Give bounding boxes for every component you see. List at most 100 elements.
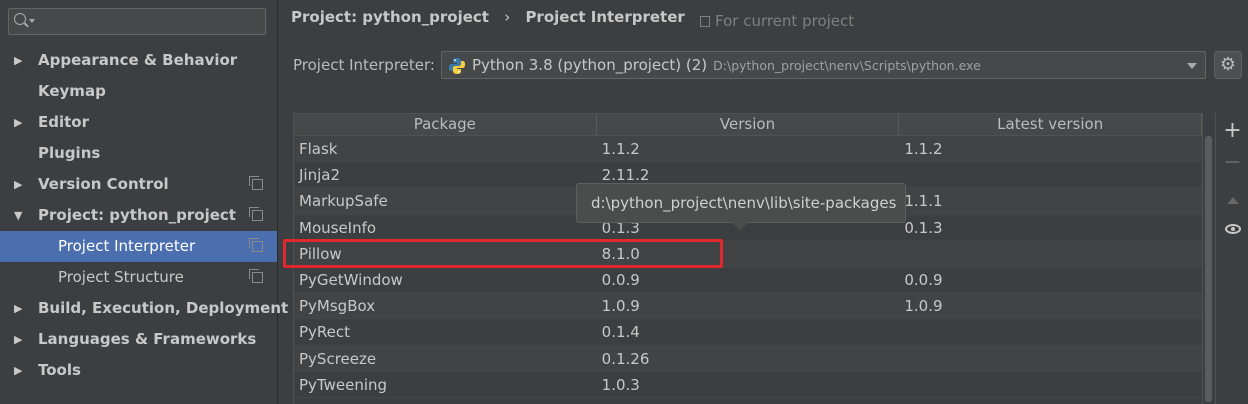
package-cell: Flask <box>299 140 338 158</box>
tree-item-label: Languages & Frameworks <box>38 330 257 348</box>
python-logo-icon <box>449 58 465 74</box>
eye-icon <box>1224 224 1241 234</box>
table-vertical-scrollbar[interactable] <box>1203 134 1214 404</box>
tree-item-label: Project Structure <box>58 268 184 286</box>
settings-search-input[interactable] <box>8 8 266 35</box>
tree-item-label: Editor <box>38 113 89 131</box>
tree-item-languages-frameworks[interactable]: ▶ Languages & Frameworks <box>0 324 277 355</box>
expand-arrow-icon[interactable]: ▶ <box>14 169 22 200</box>
gear-icon: ⚙ <box>1219 54 1237 75</box>
interpreter-name-group: Python 3.8 (python_project) (2) D:\python… <box>472 56 981 74</box>
project-level-copy-icon <box>249 207 263 221</box>
page-title: Project Interpreter <box>525 8 685 26</box>
tree-item-plugins[interactable]: Plugins <box>0 138 277 169</box>
table-header: Package Version Latest version <box>294 114 1202 136</box>
package-cell: MarkupSafe <box>299 192 388 211</box>
tree-item-appearance-behavior[interactable]: ▶ Appearance & Behavior <box>0 45 277 76</box>
table-row[interactable]: PyRect 0.1.4 <box>294 319 1202 346</box>
version-cell: 1.0.9 <box>601 297 640 316</box>
tree-item-label: Build, Execution, Deployment <box>38 299 289 317</box>
expand-arrow-icon[interactable]: ▶ <box>14 45 22 76</box>
package-path-tooltip: d:\python_project\nenv\lib\site-packages <box>576 183 906 231</box>
tree-item-build-execution-deployment[interactable]: ▶ Build, Execution, Deployment <box>0 293 288 324</box>
tree-item-keymap[interactable]: Keymap <box>0 76 277 107</box>
package-cell: PyGetWindow <box>299 270 403 289</box>
interpreter-select[interactable]: Python 3.8 (python_project) (2) D:\python… <box>441 51 1206 79</box>
version-cell: 0.0.9 <box>601 270 640 289</box>
latest-version-cell: 1.0.9 <box>904 297 943 316</box>
plus-icon: + <box>1223 118 1242 143</box>
tree-item-version-control[interactable]: ▶ Version Control <box>0 169 277 200</box>
version-cell: 0.1.4 <box>601 323 640 342</box>
search-history-dropdown-icon[interactable] <box>29 19 35 23</box>
tree-item-project-structure[interactable]: Project Structure <box>0 262 277 293</box>
expand-arrow-icon[interactable]: ▶ <box>14 355 22 386</box>
breadcrumb: Project: python_project › Project Interp… <box>291 8 685 26</box>
interpreter-path: D:\python_project\nenv\Scripts\python.ex… <box>713 58 981 73</box>
column-header-version[interactable]: Version <box>597 114 900 135</box>
chevron-down-icon[interactable] <box>1187 63 1197 69</box>
expand-arrow-icon[interactable]: ▶ <box>14 293 22 324</box>
table-row[interactable]: PyMsgBox 1.0.9 1.0.9 <box>294 293 1202 320</box>
uninstall-package-button[interactable]: − <box>1216 150 1248 175</box>
settings-sidebar: ▶ Appearance & Behavior Keymap ▶ Editor … <box>0 0 288 404</box>
tree-item-label: Project Interpreter <box>58 237 196 255</box>
latest-version-cell <box>899 162 1202 187</box>
scrollbar-thumb[interactable] <box>1205 136 1212 402</box>
version-cell: 1.1.2 <box>601 140 640 158</box>
pillow-row-highlight-annotation <box>283 239 723 268</box>
project-level-copy-icon <box>249 238 263 252</box>
tree-item-label: Version Control <box>38 175 169 193</box>
interpreter-label: Project Interpreter: <box>293 56 435 74</box>
interpreter-settings-button[interactable]: ⚙ <box>1214 51 1242 79</box>
latest-version-cell: 1.1.1 <box>904 192 943 211</box>
collapse-arrow-icon[interactable]: ▼ <box>14 200 22 231</box>
for-current-project-label: For current project <box>715 12 855 30</box>
expand-arrow-icon[interactable]: ▶ <box>14 107 22 138</box>
latest-version-cell: 0.0.9 <box>904 270 943 289</box>
tree-item-label: Keymap <box>38 82 106 100</box>
project-copy-icon <box>700 16 710 27</box>
install-package-button[interactable]: + <box>1216 118 1248 143</box>
tree-item-label: Project: python_project <box>38 206 236 224</box>
package-cell: PyMsgBox <box>299 297 376 316</box>
breadcrumb-project: Project: python_project <box>291 8 489 26</box>
column-header-package[interactable]: Package <box>294 114 597 135</box>
tree-item-project-interpreter[interactable]: Project Interpreter <box>0 231 277 262</box>
version-cell: 1.0.3 <box>601 375 640 394</box>
tree-item-tools[interactable]: ▶ Tools <box>0 355 277 386</box>
interpreter-name: Python 3.8 (python_project) (2) <box>472 56 708 74</box>
tree-item-project[interactable]: ▼ Project: python_project <box>0 200 277 231</box>
search-icon <box>14 13 26 25</box>
package-cell: PyScreeze <box>299 349 377 368</box>
tree-item-editor[interactable]: ▶ Editor <box>0 107 277 138</box>
version-cell: 0.1.26 <box>601 349 650 368</box>
minus-icon: − <box>1223 150 1242 175</box>
for-current-project-note: For current project <box>700 12 854 30</box>
latest-version-cell: 0.1.3 <box>904 218 943 237</box>
latest-version-cell <box>899 319 1202 344</box>
packages-toolbar: + − <box>1215 113 1248 404</box>
tree-item-label: Plugins <box>38 144 101 162</box>
upgrade-package-button[interactable] <box>1216 190 1248 208</box>
project-level-copy-icon <box>249 269 263 283</box>
project-level-copy-icon <box>249 176 263 190</box>
show-early-releases-button[interactable] <box>1216 220 1248 238</box>
table-row[interactable]: Flask 1.1.2 1.1.2 <box>294 136 1202 163</box>
latest-version-cell <box>899 372 1202 397</box>
column-header-latest-version[interactable]: Latest version <box>899 114 1202 135</box>
latest-version-cell <box>899 241 1202 266</box>
latest-version-cell: 1.1.2 <box>904 140 943 158</box>
table-row[interactable]: PyScreeze 0.1.26 <box>294 345 1202 372</box>
package-cell: MouseInfo <box>299 218 377 237</box>
table-row[interactable]: PyTweening 1.0.3 <box>294 372 1202 398</box>
package-cell: PyRect <box>299 323 351 342</box>
table-row[interactable]: PyGetWindow 0.0.9 0.0.9 <box>294 267 1202 294</box>
package-cell: Jinja2 <box>299 166 341 185</box>
settings-tree: ▶ Appearance & Behavior Keymap ▶ Editor … <box>0 45 288 386</box>
package-cell: PyTweening <box>299 375 388 394</box>
triangle-up-icon <box>1226 197 1239 204</box>
tree-item-label: Tools <box>38 361 81 379</box>
tree-item-label: Appearance & Behavior <box>38 51 238 69</box>
expand-arrow-icon[interactable]: ▶ <box>14 324 22 355</box>
